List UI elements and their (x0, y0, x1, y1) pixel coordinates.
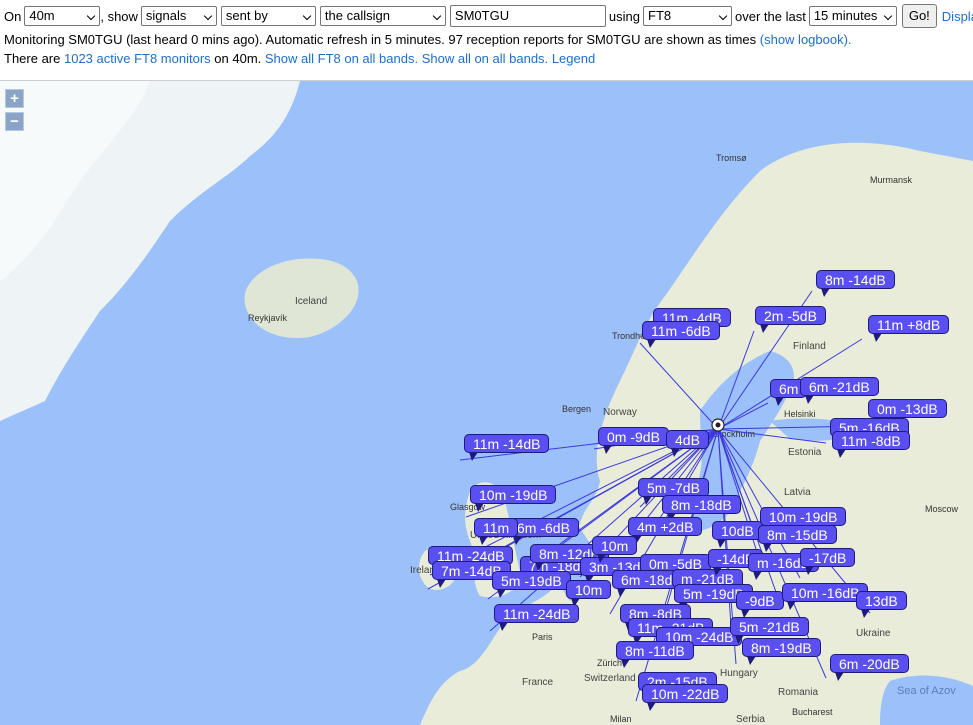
active-monitors-link[interactable]: 1023 active FT8 monitors (64, 51, 211, 66)
reception-report-bubble[interactable]: 4m +2dB (628, 517, 703, 544)
reception-report-bubble[interactable]: 0m -9dB (598, 427, 669, 454)
status-line-1: Monitoring SM0TGU (last heard 0 mins ago… (4, 32, 852, 47)
reception-report-bubble[interactable]: 8m -14dB (816, 270, 895, 297)
reception-report-bubble[interactable]: 8m -15dB (758, 525, 837, 552)
display-link[interactable]: Displa (942, 9, 973, 24)
reception-report-bubble[interactable]: 11m -8dB (832, 431, 910, 458)
monitors-prefix-text: There are (4, 51, 64, 66)
reception-report-bubble[interactable]: 10m -19dB (470, 485, 557, 512)
reception-report-bubble[interactable]: 4dB (666, 430, 709, 457)
callsign-input[interactable]: SM0TGU (449, 5, 606, 27)
reception-report-bubble[interactable]: 8m -11dB (616, 641, 694, 668)
reception-report-bubble[interactable]: 8m -19dB (742, 638, 821, 665)
reception-report-bubble[interactable]: -9dB (736, 591, 784, 618)
go-button[interactable]: Go! (901, 4, 937, 28)
reception-report-bubble[interactable]: 6m -6dB (508, 518, 579, 545)
band-select[interactable]: 40m (24, 6, 101, 26)
reception-map[interactable]: + − Tromsø Murmansk Iceland Reykjavík Tr… (0, 81, 973, 725)
reception-report-bubble[interactable]: 11m -6dB (642, 321, 720, 348)
direction-select[interactable]: sent by (220, 6, 316, 26)
reception-report-bubble[interactable]: 11m -14dB (464, 434, 550, 461)
reception-report-bubble[interactable]: 10m -22dB (642, 684, 729, 711)
show-select[interactable]: signals (140, 6, 217, 26)
reception-report-bubble[interactable]: 8m -18dB (662, 495, 741, 522)
control-bar: On 40m , show signals sent by the callsi… (0, 0, 973, 81)
query-row: On 40m , show signals sent by the callsi… (4, 4, 973, 28)
legend-link[interactable]: Legend (552, 51, 595, 66)
show-logbook-link[interactable]: (show logbook). (760, 32, 852, 47)
mode-select[interactable]: FT8 (643, 6, 732, 26)
reception-report-bubble[interactable]: 11m -24dB (494, 604, 580, 631)
reception-report-bubble[interactable]: 10m (592, 536, 638, 563)
reception-report-bubble[interactable]: 11m (474, 518, 519, 545)
reception-report-bubble[interactable]: 10dB (712, 521, 763, 548)
reception-report-bubble[interactable]: 10m (566, 580, 612, 607)
on-label: On (4, 8, 22, 24)
status-line-2: There are 1023 active FT8 monitors on 40… (4, 51, 595, 66)
reception-report-bubble[interactable]: -17dB (800, 548, 856, 575)
using-label: using (608, 8, 640, 24)
show-label: , show (100, 8, 138, 24)
monitoring-status-text: Monitoring SM0TGU (last heard 0 mins ago… (4, 32, 760, 47)
path-lines-layer (427, 290, 871, 702)
reception-report-bubble[interactable]: 10m -19dB (760, 507, 847, 534)
reception-report-bubble[interactable]: 6m -21dB (800, 377, 879, 404)
reception-report-bubble[interactable]: 5m -21dB (730, 617, 809, 644)
reception-report-bubble[interactable]: 6m -20dB (830, 654, 909, 681)
reception-report-bubble[interactable]: 5m -19dB (492, 571, 571, 598)
reception-report-bubble[interactable]: 0m -13dB (868, 399, 947, 426)
show-ft8-all-bands-link[interactable]: Show all FT8 on all bands. (265, 51, 418, 66)
show-all-bands-link[interactable]: Show all on all bands. (422, 51, 548, 66)
reception-report-bubble[interactable]: 13dB (856, 591, 907, 618)
monitors-band-text: on 40m. (210, 51, 265, 66)
period-select[interactable]: 15 minutes (808, 6, 897, 26)
reception-report-bubble[interactable]: 2m -5dB (755, 306, 826, 333)
reception-report-bubble[interactable]: 11m +8dB (868, 315, 950, 342)
subject-select[interactable]: the callsign (319, 6, 446, 26)
over-label: over the last (735, 8, 806, 24)
